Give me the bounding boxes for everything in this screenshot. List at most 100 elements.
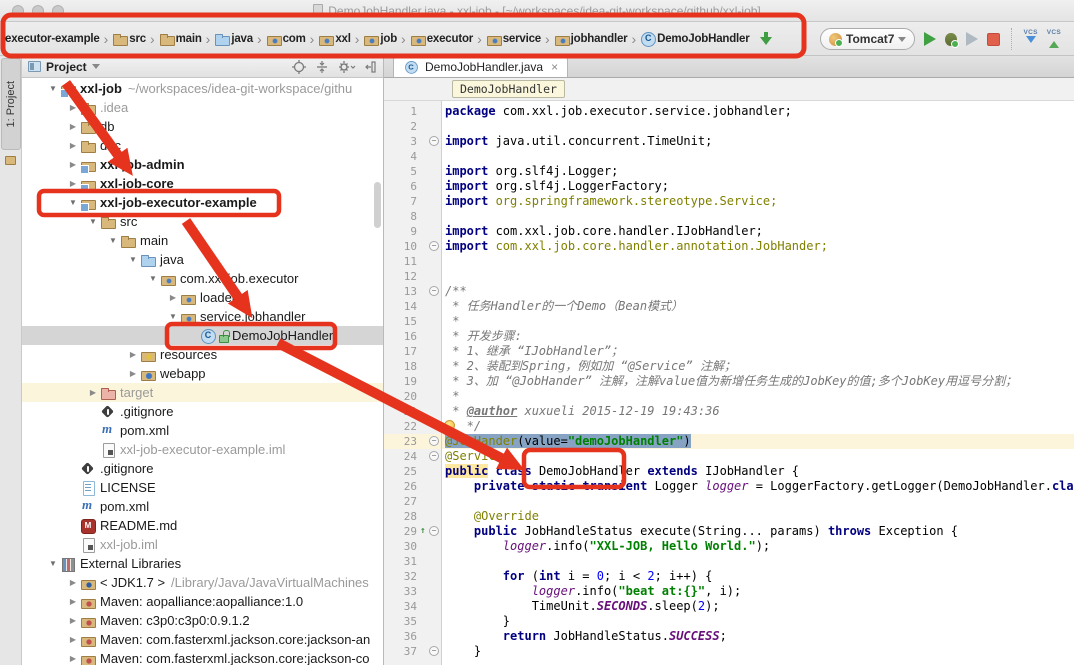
- tree-row[interactable]: External Libraries: [22, 554, 383, 573]
- tree-chevron-icon[interactable]: [86, 217, 100, 226]
- editor-tab[interactable]: DemoJobHandler.java ×: [393, 56, 568, 77]
- tree-row[interactable]: resources: [22, 345, 383, 364]
- tree-chevron-icon[interactable]: [166, 293, 180, 302]
- tree-chevron-icon[interactable]: [66, 103, 80, 112]
- tree-chevron-icon[interactable]: [166, 312, 180, 321]
- project-tool-window-tab[interactable]: 1: Project: [1, 58, 21, 150]
- breadcrumb-item[interactable]: DemoJobHandler: [639, 29, 750, 49]
- code-line[interactable]: * 开发步骤:: [442, 329, 1074, 344]
- tree-chevron-icon[interactable]: [66, 654, 80, 663]
- tree-row[interactable]: target: [22, 383, 383, 402]
- close-tab-icon[interactable]: ×: [551, 60, 558, 74]
- code-line[interactable]: [442, 119, 1074, 134]
- vcs-commit-button[interactable]: VCS: [1047, 30, 1061, 49]
- breadcrumb-item[interactable]: executor-example: [4, 31, 101, 47]
- breadcrumb-item[interactable]: src: [111, 29, 147, 49]
- code-line[interactable]: * 3、加 “@JobHander” 注解，注解value值为新增任务生成的Jo…: [442, 374, 1074, 389]
- tree-row[interactable]: README.md: [22, 516, 383, 535]
- code-line[interactable]: public JobHandleStatus execute(String...…: [442, 524, 1074, 539]
- locate-target-icon[interactable]: [292, 60, 306, 74]
- code-line[interactable]: [442, 149, 1074, 164]
- code-line[interactable]: [442, 494, 1074, 509]
- code-line[interactable]: * 1、继承 “IJobHandler”；: [442, 344, 1074, 359]
- tree-row[interactable]: Maven: com.fasterxml.jackson.core:jackso…: [22, 649, 383, 665]
- tree-row[interactable]: xxl-job-executor-example: [22, 193, 383, 212]
- tree-row[interactable]: service.jobhandler: [22, 307, 383, 326]
- code-line[interactable]: [442, 554, 1074, 569]
- tree-row[interactable]: xxl-job.iml: [22, 535, 383, 554]
- code-editor[interactable]: package com.xxl.job.executor.service.job…: [442, 101, 1074, 665]
- debug-button[interactable]: [945, 33, 957, 46]
- tree-chevron-icon[interactable]: [126, 369, 140, 378]
- tree-row[interactable]: java: [22, 250, 383, 269]
- zoom-window-button[interactable]: [52, 5, 64, 17]
- fold-icon[interactable]: [429, 286, 439, 296]
- vcs-update-button[interactable]: VCS: [1023, 30, 1037, 49]
- code-line[interactable]: */: [442, 419, 1074, 434]
- hide-panel-icon[interactable]: [365, 60, 377, 74]
- code-line[interactable]: logger.info("beat at:{}", i);: [442, 584, 1074, 599]
- breadcrumb-item[interactable]: service: [485, 29, 542, 49]
- fold-icon[interactable]: [429, 241, 439, 251]
- tree-chevron-icon[interactable]: [66, 160, 80, 169]
- tree-row[interactable]: xxl-job~/workspaces/idea-git-workspace/g…: [22, 79, 383, 98]
- tree-chevron-icon[interactable]: [66, 122, 80, 131]
- tree-scrollbar[interactable]: [374, 182, 381, 228]
- tree-row[interactable]: main: [22, 231, 383, 250]
- code-line[interactable]: [442, 269, 1074, 284]
- navigate-down-icon[interactable]: [759, 32, 773, 46]
- tree-chevron-icon[interactable]: [106, 236, 120, 245]
- tree-row[interactable]: src: [22, 212, 383, 231]
- tree-row[interactable]: .gitignore: [22, 459, 383, 478]
- code-line[interactable]: /**: [442, 284, 1074, 299]
- tree-chevron-icon[interactable]: [66, 198, 80, 207]
- code-line[interactable]: import com.xxl.job.core.handler.annotati…: [442, 239, 1074, 254]
- breadcrumb-item[interactable]: main: [158, 29, 203, 49]
- tree-row[interactable]: xxl-job-core: [22, 174, 383, 193]
- tree-chevron-icon[interactable]: [46, 559, 60, 568]
- tree-row[interactable]: xxl-job-executor-example.iml: [22, 440, 383, 459]
- tree-row[interactable]: doc: [22, 136, 383, 155]
- run-button[interactable]: [924, 32, 936, 46]
- fold-icon[interactable]: [429, 436, 439, 446]
- code-line[interactable]: public class DemoJobHandler extends IJob…: [442, 464, 1074, 479]
- tree-row[interactable]: Maven: c3p0:c3p0:0.9.1.2: [22, 611, 383, 630]
- code-line[interactable]: * @author xuxueli 2015-12-19 19:43:36: [442, 404, 1074, 419]
- context-class-chip[interactable]: DemoJobHandler: [452, 80, 565, 98]
- collapse-all-icon[interactable]: [315, 60, 329, 74]
- breadcrumb-item[interactable]: jobhandler: [553, 29, 629, 49]
- tree-row[interactable]: webapp: [22, 364, 383, 383]
- fold-icon[interactable]: [429, 136, 439, 146]
- tree-chevron-icon[interactable]: [66, 616, 80, 625]
- code-line[interactable]: import org.springframework.stereotype.Se…: [442, 194, 1074, 209]
- code-line[interactable]: @Override: [442, 509, 1074, 524]
- minimize-window-button[interactable]: [32, 5, 44, 17]
- tree-row[interactable]: DemoJobHandler: [22, 326, 383, 345]
- tree-chevron-icon[interactable]: [86, 388, 100, 397]
- tree-chevron-icon[interactable]: [126, 350, 140, 359]
- code-line[interactable]: @Service: [442, 449, 1074, 464]
- tree-row[interactable]: xxl-job-admin: [22, 155, 383, 174]
- breadcrumb-item[interactable]: com: [265, 29, 307, 49]
- fold-icon[interactable]: [429, 451, 439, 461]
- run-configuration-select[interactable]: Tomcat7: [820, 28, 915, 50]
- code-line[interactable]: for (int i = 0; i < 2; i++) {: [442, 569, 1074, 584]
- breadcrumb-item[interactable]: java: [213, 29, 254, 49]
- breadcrumb-item[interactable]: job: [362, 29, 398, 49]
- code-line[interactable]: private static transient Logger logger =…: [442, 479, 1074, 494]
- code-line[interactable]: [442, 209, 1074, 224]
- code-line[interactable]: * 2、装配到Spring，例如加 “@Service” 注解；: [442, 359, 1074, 374]
- stop-button[interactable]: [987, 33, 1000, 46]
- tree-row[interactable]: LICENSE: [22, 478, 383, 497]
- tree-row[interactable]: < JDK1.7 >/Library/Java/JavaVirtualMachi…: [22, 573, 383, 592]
- code-line[interactable]: }: [442, 614, 1074, 629]
- tree-row[interactable]: pom.xml: [22, 421, 383, 440]
- code-line[interactable]: }: [442, 644, 1074, 659]
- tree-row[interactable]: com.xxl.job.executor: [22, 269, 383, 288]
- tree-row[interactable]: .idea: [22, 98, 383, 117]
- code-line[interactable]: import java.util.concurrent.TimeUnit;: [442, 134, 1074, 149]
- tree-row[interactable]: pom.xml: [22, 497, 383, 516]
- override-marker-icon[interactable]: [418, 526, 428, 536]
- code-line[interactable]: import com.xxl.job.core.handler.IJobHand…: [442, 224, 1074, 239]
- tree-chevron-icon[interactable]: [66, 141, 80, 150]
